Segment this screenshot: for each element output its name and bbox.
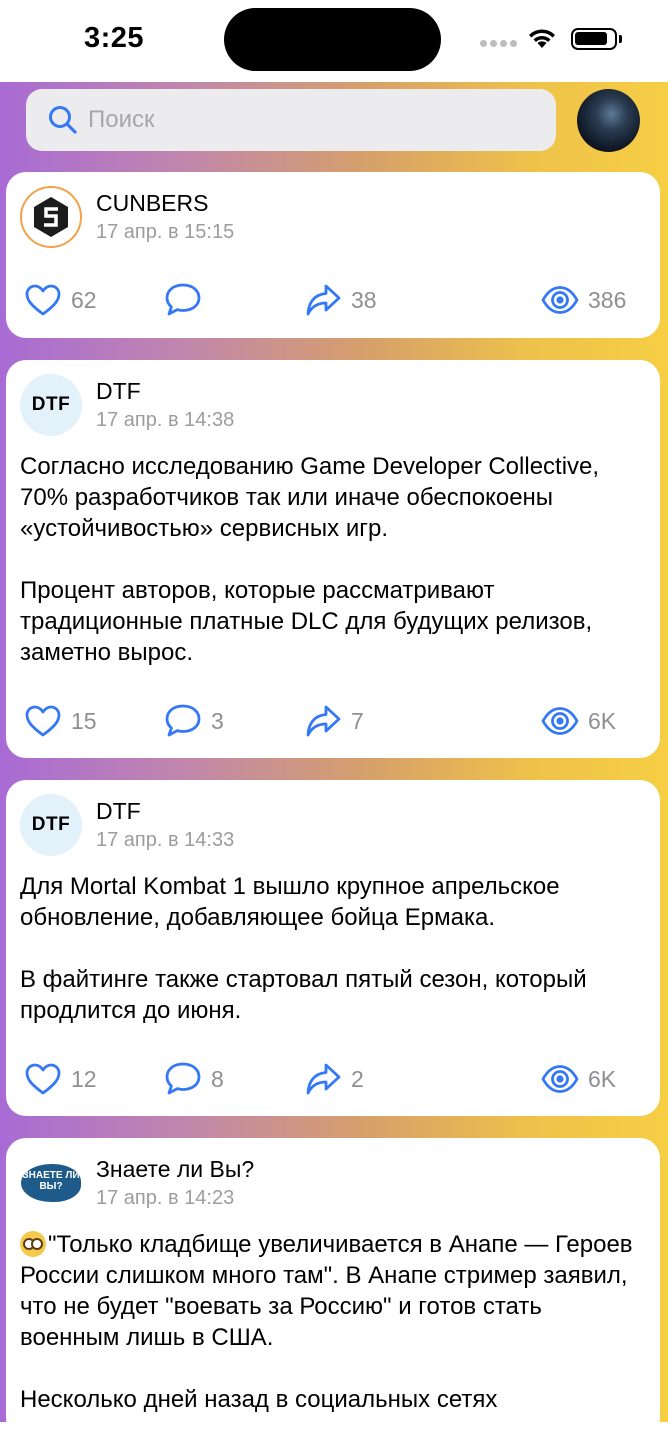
status-time: 3:25 [84,22,145,54]
views-indicator: 6K [541,1059,616,1099]
repost-button[interactable]: 38 [304,280,377,320]
post-card: DTF DTF 17 апр. в 14:33 Для Mortal Komba… [6,780,660,1116]
views-indicator: 386 [541,280,626,320]
post-card: DTF DTF 17 апр. в 14:38 Согласно исследо… [6,360,660,758]
post-actions: 12 8 2 6K [6,1059,660,1099]
comment-button[interactable]: 3 [164,701,224,741]
post-paragraph: Для Mortal Kombat 1 вышло крупное апрель… [20,873,560,931]
cunbers-logo-icon [34,197,68,237]
author-avatar[interactable]: DTF [20,374,82,436]
status-bar: 3:25 [0,0,668,82]
author-name[interactable]: Знаете ли Вы? [96,1156,254,1183]
post-date: 17 апр. в 14:38 [96,409,235,431]
post-paragraph-text: "Только кладбище увеличивается в Анапе —… [20,1231,633,1351]
like-button[interactable]: 15 [24,701,97,741]
like-count: 62 [71,286,97,313]
comment-icon [165,1062,201,1095]
comment-count: 8 [211,1065,224,1092]
post-date: 17 апр. в 14:23 [96,1187,235,1209]
like-button[interactable]: 12 [24,1059,97,1099]
post-paragraph: "Только кладбище увеличивается в Анапе —… [20,1229,646,1353]
like-button[interactable]: 62 [24,280,97,320]
comment-icon [165,283,201,316]
post-paragraph: В файтинге также стартовал пятый сезон, … [20,966,587,1024]
search-icon [49,106,77,134]
like-icon [25,284,61,316]
repost-button[interactable]: 7 [304,701,364,741]
author-name[interactable]: DTF [96,798,141,825]
views-count: 6K [588,1065,617,1092]
repost-icon [306,284,341,316]
comment-icon [165,704,201,737]
repost-button[interactable]: 2 [304,1059,364,1099]
comment-button[interactable]: 8 [164,1059,224,1099]
flushed-face-emoji-icon [20,1231,46,1257]
cellular-signal-icon [480,40,517,47]
repost-icon [306,705,341,737]
author-avatar[interactable]: DTF [20,794,82,856]
repost-count: 38 [351,286,377,313]
post-paragraph: Несколько дней назад в социальных сетях [20,1386,498,1413]
author-avatar[interactable] [20,186,82,248]
znaete-logo: ЗНАЕТЕ ЛИ ВЫ? [21,1164,81,1202]
like-count: 15 [71,707,97,734]
wifi-icon [529,29,555,48]
post-actions: 62 38 386 [6,280,660,320]
author-avatar[interactable]: ЗНАЕТЕ ЛИ ВЫ? [20,1152,82,1214]
like-count: 12 [71,1065,97,1092]
post-paragraph: Процент авторов, которые рассматривают т… [20,577,593,666]
repost-count: 2 [351,1065,364,1092]
comment-count: 3 [211,707,224,734]
post-date: 17 апр. в 15:15 [96,221,235,243]
like-icon [25,1063,61,1095]
comment-button[interactable] [164,280,202,320]
dynamic-island [224,8,441,71]
author-name[interactable]: CUNBERS [96,190,208,217]
search-input[interactable] [88,89,528,151]
repost-count: 7 [351,707,364,734]
post-actions: 15 3 7 6K [6,701,660,741]
like-icon [25,705,61,737]
views-indicator: 6K [541,701,616,741]
battery-icon [571,28,622,50]
search-bar[interactable] [26,89,556,151]
post-paragraph: Согласно исследованию Game Developer Col… [20,453,600,542]
views-icon [541,286,579,314]
post-text: Согласно исследованию Game Developer Col… [20,451,646,668]
post-card: CUNBERS 17 апр. в 15:15 62 38 386 [6,172,660,338]
views-count: 386 [588,286,627,313]
post-text: Для Mortal Kombat 1 вышло крупное апрель… [20,871,646,1026]
repost-icon [306,1063,341,1095]
user-avatar[interactable] [577,89,640,152]
author-name[interactable]: DTF [96,378,141,405]
views-icon [541,1065,579,1093]
post-date: 17 апр. в 14:33 [96,829,235,851]
post-card: ЗНАЕТЕ ЛИ ВЫ? Знаете ли Вы? 17 апр. в 14… [6,1138,660,1438]
views-count: 6K [588,707,617,734]
views-icon [541,707,579,735]
post-text: "Только кладбище увеличивается в Анапе —… [20,1229,646,1415]
